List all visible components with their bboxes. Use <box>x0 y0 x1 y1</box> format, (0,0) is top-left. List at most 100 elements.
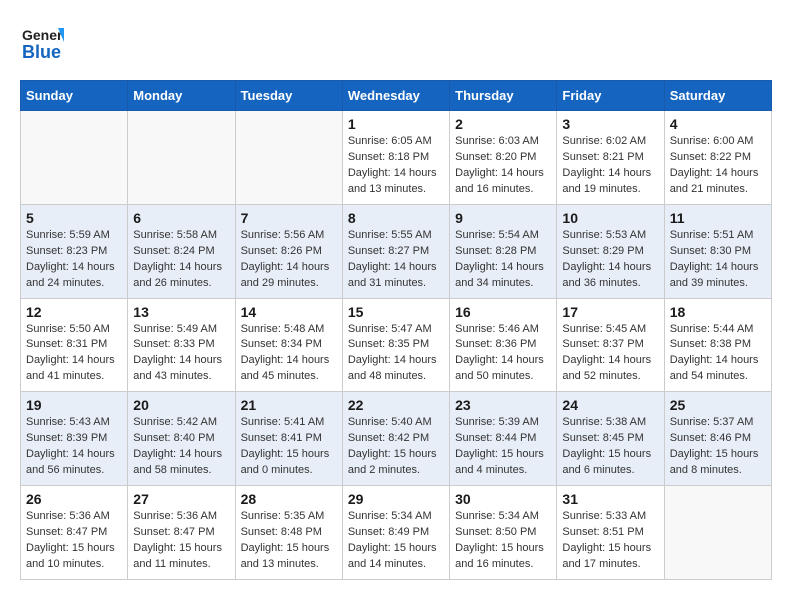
calendar-cell: 11 Sunrise: 5:51 AM Sunset: 8:30 PM Dayli… <box>664 204 771 298</box>
calendar-table: SundayMondayTuesdayWednesdayThursdayFrid… <box>20 80 772 580</box>
day-info: Sunrise: 5:34 AM Sunset: 8:49 PM Dayligh… <box>348 509 444 573</box>
day-info: Sunrise: 5:42 AM Sunset: 8:40 PM Dayligh… <box>133 415 229 479</box>
calendar-cell: 13 Sunrise: 5:49 AM Sunset: 8:33 PM Dayli… <box>128 298 235 392</box>
column-header-tuesday: Tuesday <box>235 81 342 111</box>
calendar-cell: 6 Sunrise: 5:58 AM Sunset: 8:24 PM Daylig… <box>128 204 235 298</box>
calendar-week-row: 5 Sunrise: 5:59 AM Sunset: 8:23 PM Daylig… <box>21 204 772 298</box>
calendar-cell: 8 Sunrise: 5:55 AM Sunset: 8:27 PM Daylig… <box>342 204 449 298</box>
day-number: 26 <box>26 491 122 507</box>
day-info: Sunrise: 5:38 AM Sunset: 8:45 PM Dayligh… <box>562 415 658 479</box>
day-info: Sunrise: 5:59 AM Sunset: 8:23 PM Dayligh… <box>26 228 122 292</box>
day-info: Sunrise: 6:05 AM Sunset: 8:18 PM Dayligh… <box>348 134 444 198</box>
day-info: Sunrise: 5:44 AM Sunset: 8:38 PM Dayligh… <box>670 322 766 386</box>
logo: General Blue <box>20 20 64 64</box>
day-number: 27 <box>133 491 229 507</box>
day-info: Sunrise: 5:37 AM Sunset: 8:46 PM Dayligh… <box>670 415 766 479</box>
calendar-cell: 10Sunrise: 5:53 AM Sunset: 8:29 PM Dayli… <box>557 204 664 298</box>
day-info: Sunrise: 5:45 AM Sunset: 8:37 PM Dayligh… <box>562 322 658 386</box>
calendar-cell: 7 Sunrise: 5:56 AM Sunset: 8:26 PM Daylig… <box>235 204 342 298</box>
day-number: 20 <box>133 397 229 413</box>
calendar-cell: 27 Sunrise: 5:36 AM Sunset: 8:47 PM Dayli… <box>128 486 235 580</box>
day-info: Sunrise: 5:56 AM Sunset: 8:26 PM Dayligh… <box>241 228 337 292</box>
day-info: Sunrise: 5:49 AM Sunset: 8:33 PM Dayligh… <box>133 322 229 386</box>
calendar-week-row: 19 Sunrise: 5:43 AM Sunset: 8:39 PM Dayli… <box>21 392 772 486</box>
calendar-cell: 22Sunrise: 5:40 AM Sunset: 8:42 PM Dayli… <box>342 392 449 486</box>
day-number: 16 <box>455 304 551 320</box>
calendar-cell: 3 Sunrise: 6:02 AM Sunset: 8:21 PM Daylig… <box>557 111 664 205</box>
day-number: 6 <box>133 210 229 226</box>
calendar-week-row: 26 Sunrise: 5:36 AM Sunset: 8:47 PM Dayli… <box>21 486 772 580</box>
day-number: 25 <box>670 397 766 413</box>
day-info: Sunrise: 5:39 AM Sunset: 8:44 PM Dayligh… <box>455 415 551 479</box>
calendar-cell: 5 Sunrise: 5:59 AM Sunset: 8:23 PM Daylig… <box>21 204 128 298</box>
calendar-cell: 21Sunrise: 5:41 AM Sunset: 8:41 PM Dayli… <box>235 392 342 486</box>
day-info: Sunrise: 5:36 AM Sunset: 8:47 PM Dayligh… <box>26 509 122 573</box>
calendar-cell: 12 Sunrise: 5:50 AM Sunset: 8:31 PM Dayli… <box>21 298 128 392</box>
day-info: Sunrise: 5:33 AM Sunset: 8:51 PM Dayligh… <box>562 509 658 573</box>
calendar-cell: 18 Sunrise: 5:44 AM Sunset: 8:38 PM Dayli… <box>664 298 771 392</box>
calendar-cell <box>128 111 235 205</box>
calendar-cell: 30 Sunrise: 5:34 AM Sunset: 8:50 PM Dayli… <box>450 486 557 580</box>
calendar-cell <box>664 486 771 580</box>
day-number: 30 <box>455 491 551 507</box>
column-header-wednesday: Wednesday <box>342 81 449 111</box>
calendar-cell: 24 Sunrise: 5:38 AM Sunset: 8:45 PM Dayli… <box>557 392 664 486</box>
day-info: Sunrise: 5:35 AM Sunset: 8:48 PM Dayligh… <box>241 509 337 573</box>
calendar-cell: 19 Sunrise: 5:43 AM Sunset: 8:39 PM Dayli… <box>21 392 128 486</box>
calendar-cell: 2 Sunrise: 6:03 AM Sunset: 8:20 PM Daylig… <box>450 111 557 205</box>
day-info: Sunrise: 5:36 AM Sunset: 8:47 PM Dayligh… <box>133 509 229 573</box>
calendar-week-row: 12 Sunrise: 5:50 AM Sunset: 8:31 PM Dayli… <box>21 298 772 392</box>
day-number: 23 <box>455 397 551 413</box>
day-number: 19 <box>26 397 122 413</box>
svg-text:General: General <box>22 27 64 43</box>
day-number: 18 <box>670 304 766 320</box>
column-header-thursday: Thursday <box>450 81 557 111</box>
day-number: 7 <box>241 210 337 226</box>
calendar-cell <box>235 111 342 205</box>
day-number: 28 <box>241 491 337 507</box>
calendar-cell: 23 Sunrise: 5:39 AM Sunset: 8:44 PM Dayli… <box>450 392 557 486</box>
day-info: Sunrise: 5:51 AM Sunset: 8:30 PM Dayligh… <box>670 228 766 292</box>
day-info: Sunrise: 6:03 AM Sunset: 8:20 PM Dayligh… <box>455 134 551 198</box>
calendar-header-row: SundayMondayTuesdayWednesdayThursdayFrid… <box>21 81 772 111</box>
svg-text:Blue: Blue <box>22 42 61 62</box>
day-number: 2 <box>455 116 551 132</box>
day-number: 10 <box>562 210 658 226</box>
calendar-cell: 26 Sunrise: 5:36 AM Sunset: 8:47 PM Dayli… <box>21 486 128 580</box>
logo-icon: General Blue <box>20 20 64 64</box>
day-info: Sunrise: 5:50 AM Sunset: 8:31 PM Dayligh… <box>26 322 122 386</box>
calendar-cell: 4 Sunrise: 6:00 AM Sunset: 8:22 PM Daylig… <box>664 111 771 205</box>
day-number: 4 <box>670 116 766 132</box>
day-number: 11 <box>670 210 766 226</box>
day-info: Sunrise: 5:58 AM Sunset: 8:24 PM Dayligh… <box>133 228 229 292</box>
calendar-cell: 20 Sunrise: 5:42 AM Sunset: 8:40 PM Dayli… <box>128 392 235 486</box>
day-number: 12 <box>26 304 122 320</box>
day-number: 29 <box>348 491 444 507</box>
day-info: Sunrise: 5:43 AM Sunset: 8:39 PM Dayligh… <box>26 415 122 479</box>
day-info: Sunrise: 6:02 AM Sunset: 8:21 PM Dayligh… <box>562 134 658 198</box>
day-number: 31 <box>562 491 658 507</box>
column-header-monday: Monday <box>128 81 235 111</box>
calendar-cell: 9Sunrise: 5:54 AM Sunset: 8:28 PM Daylig… <box>450 204 557 298</box>
calendar-cell: 17 Sunrise: 5:45 AM Sunset: 8:37 PM Dayli… <box>557 298 664 392</box>
calendar-cell <box>21 111 128 205</box>
column-header-sunday: Sunday <box>21 81 128 111</box>
day-number: 13 <box>133 304 229 320</box>
calendar-cell: 15Sunrise: 5:47 AM Sunset: 8:35 PM Dayli… <box>342 298 449 392</box>
day-number: 24 <box>562 397 658 413</box>
calendar-cell: 16 Sunrise: 5:46 AM Sunset: 8:36 PM Dayli… <box>450 298 557 392</box>
day-info: Sunrise: 5:34 AM Sunset: 8:50 PM Dayligh… <box>455 509 551 573</box>
calendar-cell: 29 Sunrise: 5:34 AM Sunset: 8:49 PM Dayli… <box>342 486 449 580</box>
day-info: Sunrise: 5:48 AM Sunset: 8:34 PM Dayligh… <box>241 322 337 386</box>
day-info: Sunrise: 5:55 AM Sunset: 8:27 PM Dayligh… <box>348 228 444 292</box>
day-number: 1 <box>348 116 444 132</box>
day-info: Sunrise: 5:47 AM Sunset: 8:35 PM Dayligh… <box>348 322 444 386</box>
day-info: Sunrise: 6:00 AM Sunset: 8:22 PM Dayligh… <box>670 134 766 198</box>
calendar-cell: 14Sunrise: 5:48 AM Sunset: 8:34 PM Dayli… <box>235 298 342 392</box>
day-info: Sunrise: 5:40 AM Sunset: 8:42 PM Dayligh… <box>348 415 444 479</box>
day-number: 17 <box>562 304 658 320</box>
day-number: 3 <box>562 116 658 132</box>
day-number: 8 <box>348 210 444 226</box>
day-number: 5 <box>26 210 122 226</box>
day-info: Sunrise: 5:46 AM Sunset: 8:36 PM Dayligh… <box>455 322 551 386</box>
